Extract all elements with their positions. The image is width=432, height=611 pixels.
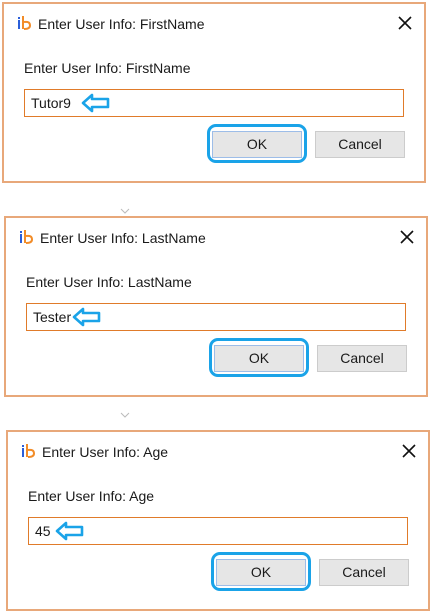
ok-button[interactable]: OK <box>214 345 304 372</box>
input-value: Tutor9 <box>31 95 71 111</box>
title-bar[interactable]: Enter User Info: Age <box>8 432 428 472</box>
close-icon[interactable] <box>394 12 416 34</box>
firstname-input[interactable]: Tutor9 <box>24 89 404 117</box>
cancel-button[interactable]: Cancel <box>317 345 407 372</box>
arrow-left-icon <box>55 521 84 541</box>
close-icon[interactable] <box>398 440 420 462</box>
chevron-down-icon <box>120 208 130 214</box>
close-icon[interactable] <box>396 226 418 248</box>
age-input[interactable]: 45 <box>28 517 408 545</box>
ok-button[interactable]: OK <box>216 559 306 586</box>
title-bar[interactable]: Enter User Info: FirstName <box>4 4 424 44</box>
title-bar[interactable]: Enter User Info: LastName <box>6 218 426 258</box>
cancel-button[interactable]: Cancel <box>315 131 405 158</box>
ok-button[interactable]: OK <box>212 131 302 158</box>
ib-logo-icon <box>22 444 36 458</box>
prompt-label: Enter User Info: LastName <box>26 274 192 290</box>
cancel-button[interactable]: Cancel <box>319 559 409 586</box>
prompt-label: Enter User Info: Age <box>28 488 155 504</box>
ib-logo-icon <box>20 230 34 244</box>
arrow-left-icon <box>81 93 110 113</box>
lastname-input[interactable]: Tester <box>26 303 406 331</box>
dialog-title: Enter User Info: Age <box>42 444 169 460</box>
chevron-down-icon <box>120 412 130 418</box>
dialog-lastname: Enter User Info: LastName Enter User Inf… <box>4 216 428 397</box>
dialog-title: Enter User Info: LastName <box>40 230 206 246</box>
dialog-title: Enter User Info: FirstName <box>38 16 205 32</box>
input-value: 45 <box>35 523 51 539</box>
input-value: Tester <box>33 309 72 325</box>
prompt-label: Enter User Info: FirstName <box>24 60 191 76</box>
arrow-left-icon <box>72 307 101 327</box>
ib-logo-icon <box>18 16 32 30</box>
dialog-firstname: Enter User Info: FirstName Enter User In… <box>2 2 426 183</box>
dialog-age: Enter User Info: Age Enter User Info: Ag… <box>6 430 430 611</box>
